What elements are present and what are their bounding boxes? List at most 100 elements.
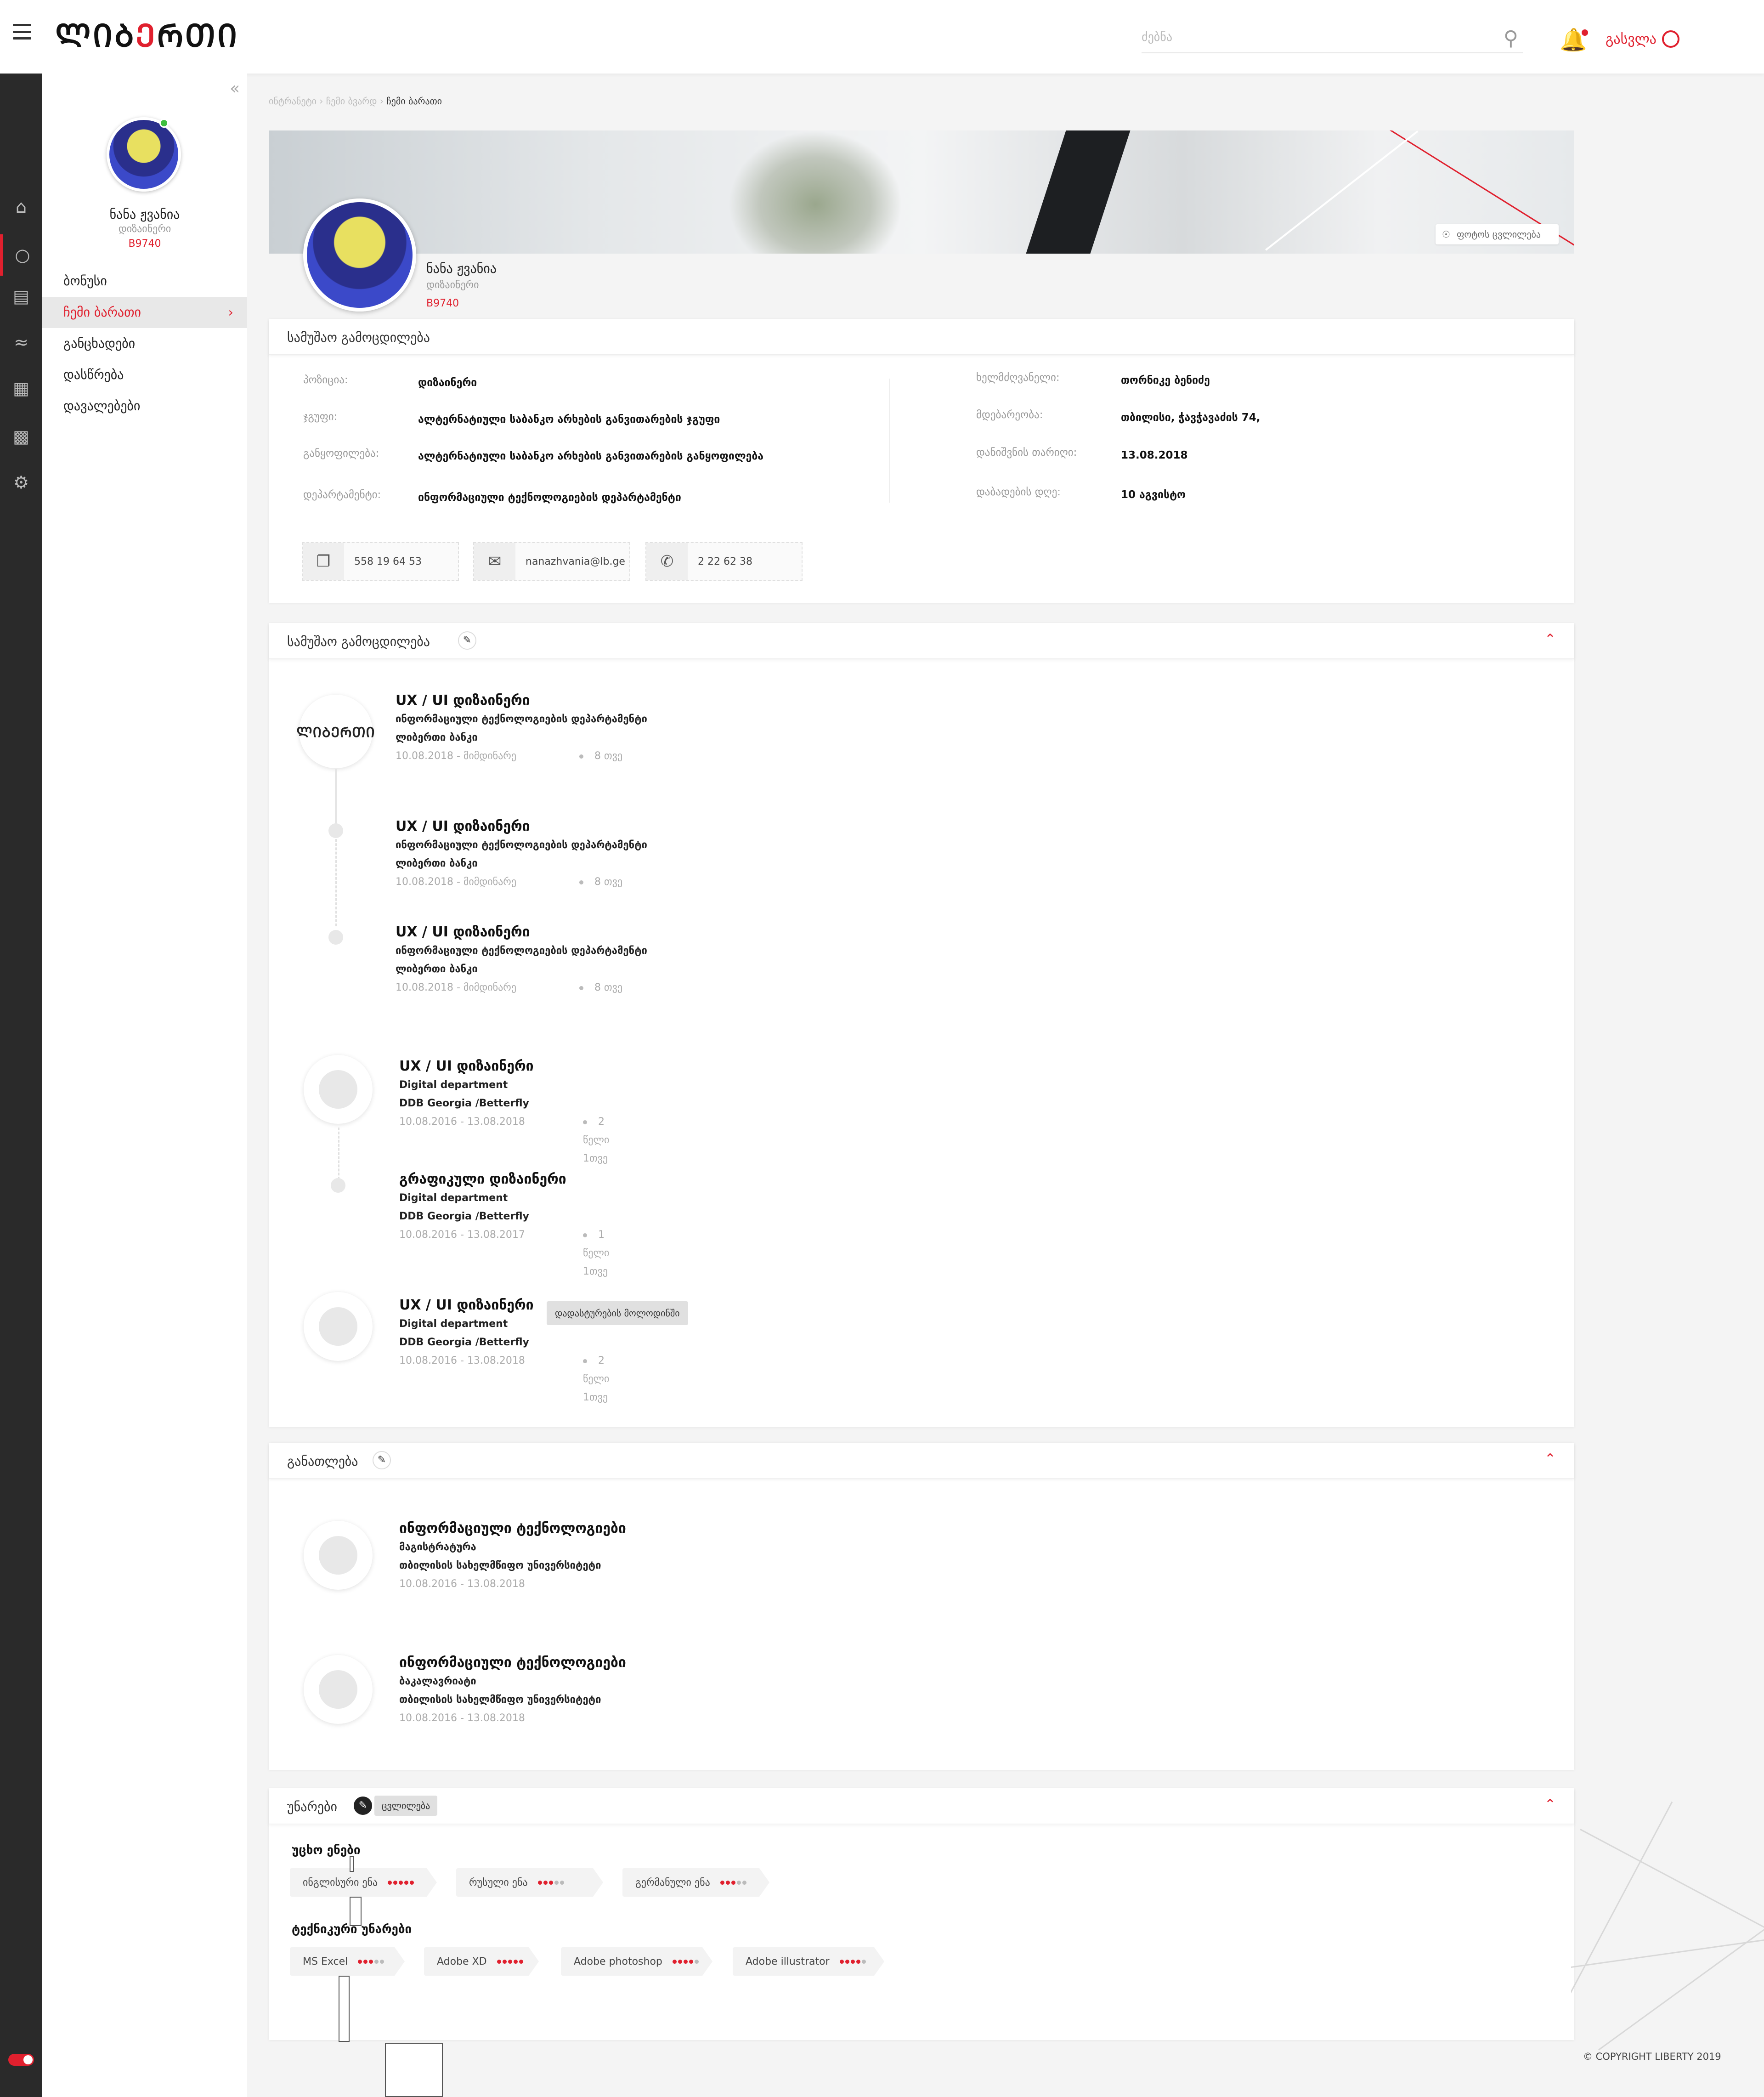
education-school: თბილისის სახელმწიფო უნივერსიტეტი — [399, 1694, 601, 1706]
sidebar-item-tasks[interactable]: დავალებები — [42, 391, 247, 422]
theme-toggle[interactable] — [8, 2054, 34, 2066]
skill-name: ინგლისური ენა — [303, 1876, 378, 1888]
skill-level-dot — [543, 1881, 548, 1885]
info-value: ინფორმაციული ტექნოლოგიების დეპარტამენტი — [418, 492, 681, 504]
menu-icon[interactable] — [13, 24, 31, 40]
contact-mobile[interactable]: ❐ 558 19 64 53 — [302, 542, 459, 581]
skill-tag[interactable]: გერმანული ენა — [622, 1868, 769, 1897]
sidebar-item-attendance[interactable]: დასწრება — [42, 359, 247, 391]
skill-level-dot — [726, 1881, 730, 1885]
skill-level-dot — [549, 1881, 553, 1885]
avatar[interactable] — [107, 117, 181, 192]
job-duration: 2 წელი 1თვე — [583, 1113, 609, 1168]
contact-phone[interactable]: ✆ 2 22 62 38 — [645, 542, 803, 581]
news-icon[interactable]: ▤ — [0, 276, 42, 317]
edit-icon[interactable]: ✎ — [373, 1451, 391, 1469]
skill-level-dot — [404, 1881, 408, 1885]
change-photo-label: ფოტოს ცვლილება — [1456, 229, 1541, 240]
logout-icon — [1662, 30, 1679, 48]
info-value: თბილისი, ჭავჭავაძის 74, — [1121, 412, 1261, 424]
education-degree: ბაკალავრიატი — [399, 1676, 476, 1687]
skill-level-dot — [519, 1960, 523, 1964]
mail-icon[interactable]: ✉ — [474, 543, 515, 580]
job-dates-row: 10.08.2018 - მიმდინარე 8 თვე — [396, 979, 647, 997]
skill-tag[interactable]: ინგლისური ენა — [290, 1868, 437, 1897]
logo-accent: Ე — [136, 17, 157, 54]
school-placeholder-icon — [319, 1536, 357, 1575]
education-card-header: განათლება ✎ ⌃ — [269, 1443, 1574, 1479]
change-photo-button[interactable]: ☉ ფოტოს ცვლილება — [1436, 224, 1559, 244]
breadcrumb-path[interactable]: ინტრანეტი › ჩემი ბვარდ › — [269, 96, 384, 107]
search-icon[interactable]: ⚲ — [1504, 27, 1518, 50]
skill-level-dot — [554, 1881, 559, 1885]
profile-name: ნანა ჟვანია — [426, 261, 497, 276]
skill-level-dots — [720, 1881, 746, 1885]
profile-avatar[interactable] — [303, 198, 416, 312]
phone-icon[interactable]: ✆ — [646, 543, 688, 580]
job-duration: 2 წელი 1თვე — [583, 1352, 609, 1407]
skill-level-dot — [840, 1960, 844, 1964]
collapse-up-icon[interactable]: ⌃ — [1544, 1797, 1556, 1813]
education-title: განათლება — [287, 1454, 358, 1469]
skill-level-dots — [673, 1960, 699, 1964]
skill-level-dots — [538, 1881, 564, 1885]
edit-icon[interactable]: ✎ — [354, 1797, 372, 1815]
edit-icon[interactable]: ✎ — [458, 631, 476, 650]
collapse-up-icon[interactable]: ⌃ — [1544, 631, 1556, 647]
skill-level-dot — [720, 1881, 724, 1885]
job-duration: 1 წელი 1თვე — [583, 1226, 609, 1281]
skill-level-dot — [731, 1881, 735, 1885]
profile-role: დიზაინერი — [426, 279, 479, 291]
contact-text: 558 19 64 53 — [354, 555, 422, 567]
icon-bar: ⌂ ○ ▤ ≈ ▦ ▩ ⚙ — [0, 74, 42, 2097]
skill-level-dot — [380, 1960, 384, 1964]
job-entry: გრაფიკული დიზაინერი Digital department D… — [399, 1170, 609, 1277]
document-icon[interactable]: ▦ — [0, 368, 42, 409]
placeholder-box — [350, 1897, 362, 1926]
skill-tag[interactable]: MS Excel — [290, 1947, 405, 1976]
skill-level-dot — [845, 1960, 849, 1964]
logout-button[interactable]: გასვლა — [1606, 30, 1679, 48]
job-department: ინფორმაციული ტექნოლოგიების დეპარტამენტი — [396, 839, 647, 851]
logo-text-rest: ᲠᲗᲘ — [157, 17, 239, 54]
cover-white-line — [1265, 130, 1419, 251]
skill-level-dot — [399, 1881, 403, 1885]
info-value: ალტერნატიული საბანკო არხების განვითარები… — [418, 414, 720, 425]
skills-card: უნარები ✎ ცვლილება ⌃ უცხო ენები ინგლისურ… — [269, 1788, 1574, 2042]
job-department: ინფორმაციული ტექნოლოგიების დეპარტამენტი — [396, 714, 647, 725]
education-school: თბილისის სახელმწიფო უნივერსიტეტი — [399, 1560, 601, 1571]
contact-email[interactable]: ✉ nanazhvania@lb.ge — [473, 542, 630, 581]
pending-badge: დადასტურების მოლოდინში — [547, 1301, 688, 1325]
info-card-header: სამუშაო გამოცდილება — [269, 319, 1574, 355]
home-icon[interactable]: ⌂ — [0, 186, 42, 227]
grid-icon[interactable]: ▩ — [0, 416, 42, 457]
skill-tag[interactable]: Adobe photoshop — [561, 1947, 712, 1976]
info-key: დაბადების დღე: — [976, 486, 1061, 498]
skill-level-dot — [358, 1960, 362, 1964]
top-bar: ᲚᲘᲑᲔᲠᲗᲘ ძებნა ⚲ 🔔 გასვლა — [0, 0, 1764, 74]
copy-icon[interactable]: ❐ — [303, 543, 344, 580]
breadcrumb-current: ჩემი ბარათი — [386, 96, 442, 107]
wave-icon[interactable]: ≈ — [0, 322, 42, 363]
timeline-line — [335, 769, 337, 829]
bell-icon[interactable]: 🔔 — [1560, 27, 1588, 53]
info-key: დანიშვნის თარიღი: — [976, 447, 1077, 459]
logo[interactable]: ᲚᲘᲑᲔᲠᲗᲘ — [55, 13, 239, 56]
education-card: განათლება ✎ ⌃ ინფორმაციული ტექნოლოგიები … — [269, 1443, 1574, 1770]
collapse-icon[interactable]: « — [230, 79, 240, 98]
skill-tag[interactable]: Adobe XD — [424, 1947, 539, 1976]
skill-tag[interactable]: Adobe illustrator — [733, 1947, 884, 1976]
sidebar-item-announcements[interactable]: განცხადები — [42, 328, 247, 359]
sidebar-item-my-card[interactable]: ჩემი ბარათი › — [42, 297, 247, 328]
job-organization: ლიბერთი ბანკი — [396, 963, 478, 975]
collapse-up-icon[interactable]: ⌃ — [1544, 1451, 1556, 1467]
sidebar-item-bonus[interactable]: ბონუსი — [42, 266, 247, 297]
headset-icon[interactable]: ○ — [0, 234, 42, 276]
skill-tag[interactable]: რუსული ენა — [456, 1868, 603, 1897]
search-input[interactable]: ძებნა ⚲ — [1142, 27, 1523, 53]
info-key: მდებარეობა: — [976, 409, 1043, 421]
skill-level-dot — [497, 1960, 501, 1964]
job-title: UX / UI დიზაინერი — [396, 692, 530, 708]
settings-icon[interactable]: ⚙ — [0, 462, 42, 503]
job-dates-row: 10.08.2016 - 13.08.2018 2 წელი 1თვე — [399, 1352, 609, 1403]
